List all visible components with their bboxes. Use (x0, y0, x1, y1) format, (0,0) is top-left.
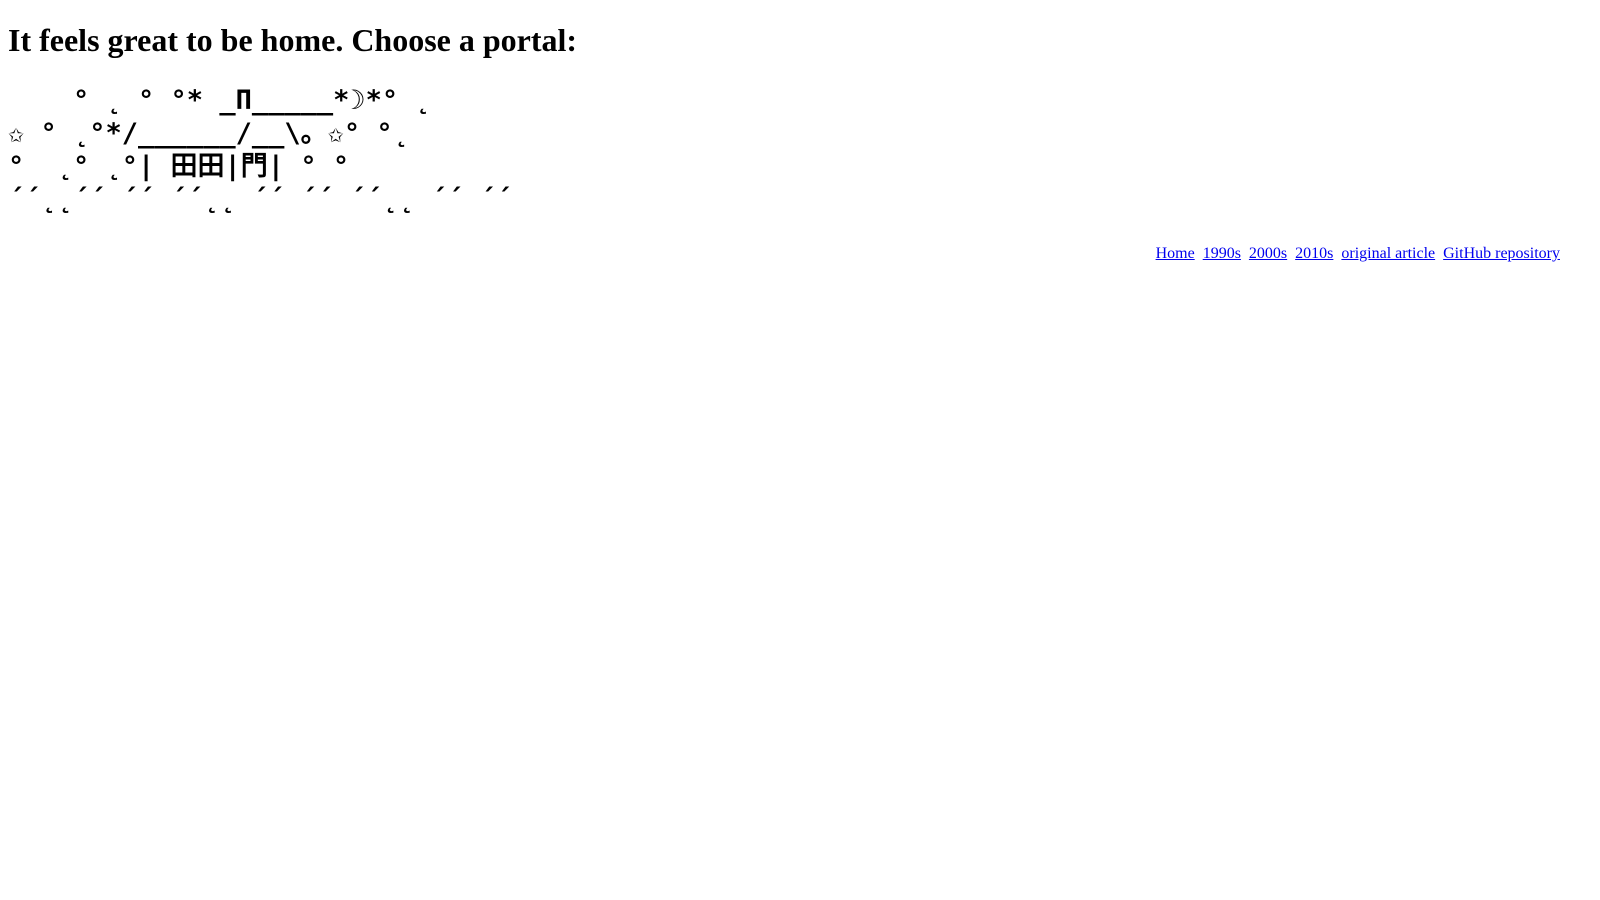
nav-link-original-article[interactable]: original article (1341, 245, 1435, 262)
page-title: It feels great to be home. Choose a port… (8, 22, 578, 58)
portal-nav: Home 1990s 2000s 2010s original article … (1152, 244, 1560, 264)
nav-link-2010s[interactable]: 2010s (1295, 245, 1333, 262)
ascii-art-line: ° ˛° ˛°| 田田|門| ° ° (8, 151, 350, 182)
ascii-art-line: ´´˛˛´´ ´´ ´´˛˛ ´´ ´´ ´´˛˛ ´´ ´´ (8, 184, 512, 215)
nav-link-2000s[interactable]: 2000s (1249, 245, 1287, 262)
ascii-art-line: ✩ ° ˛°*/______/__\。✩° °˛ (8, 118, 409, 149)
ascii-art-line: ° ˛ ° °* _Π_____*☽*° ˛ (8, 85, 431, 116)
ascii-art-house: ° ˛ ° °* _Π_____*☽*° ˛ ✩ ° ˛°*/______/__\… (8, 84, 512, 216)
nav-link-github-repository[interactable]: GitHub repository (1443, 245, 1560, 262)
nav-link-home[interactable]: Home (1156, 245, 1195, 262)
nav-link-1990s[interactable]: 1990s (1203, 245, 1241, 262)
